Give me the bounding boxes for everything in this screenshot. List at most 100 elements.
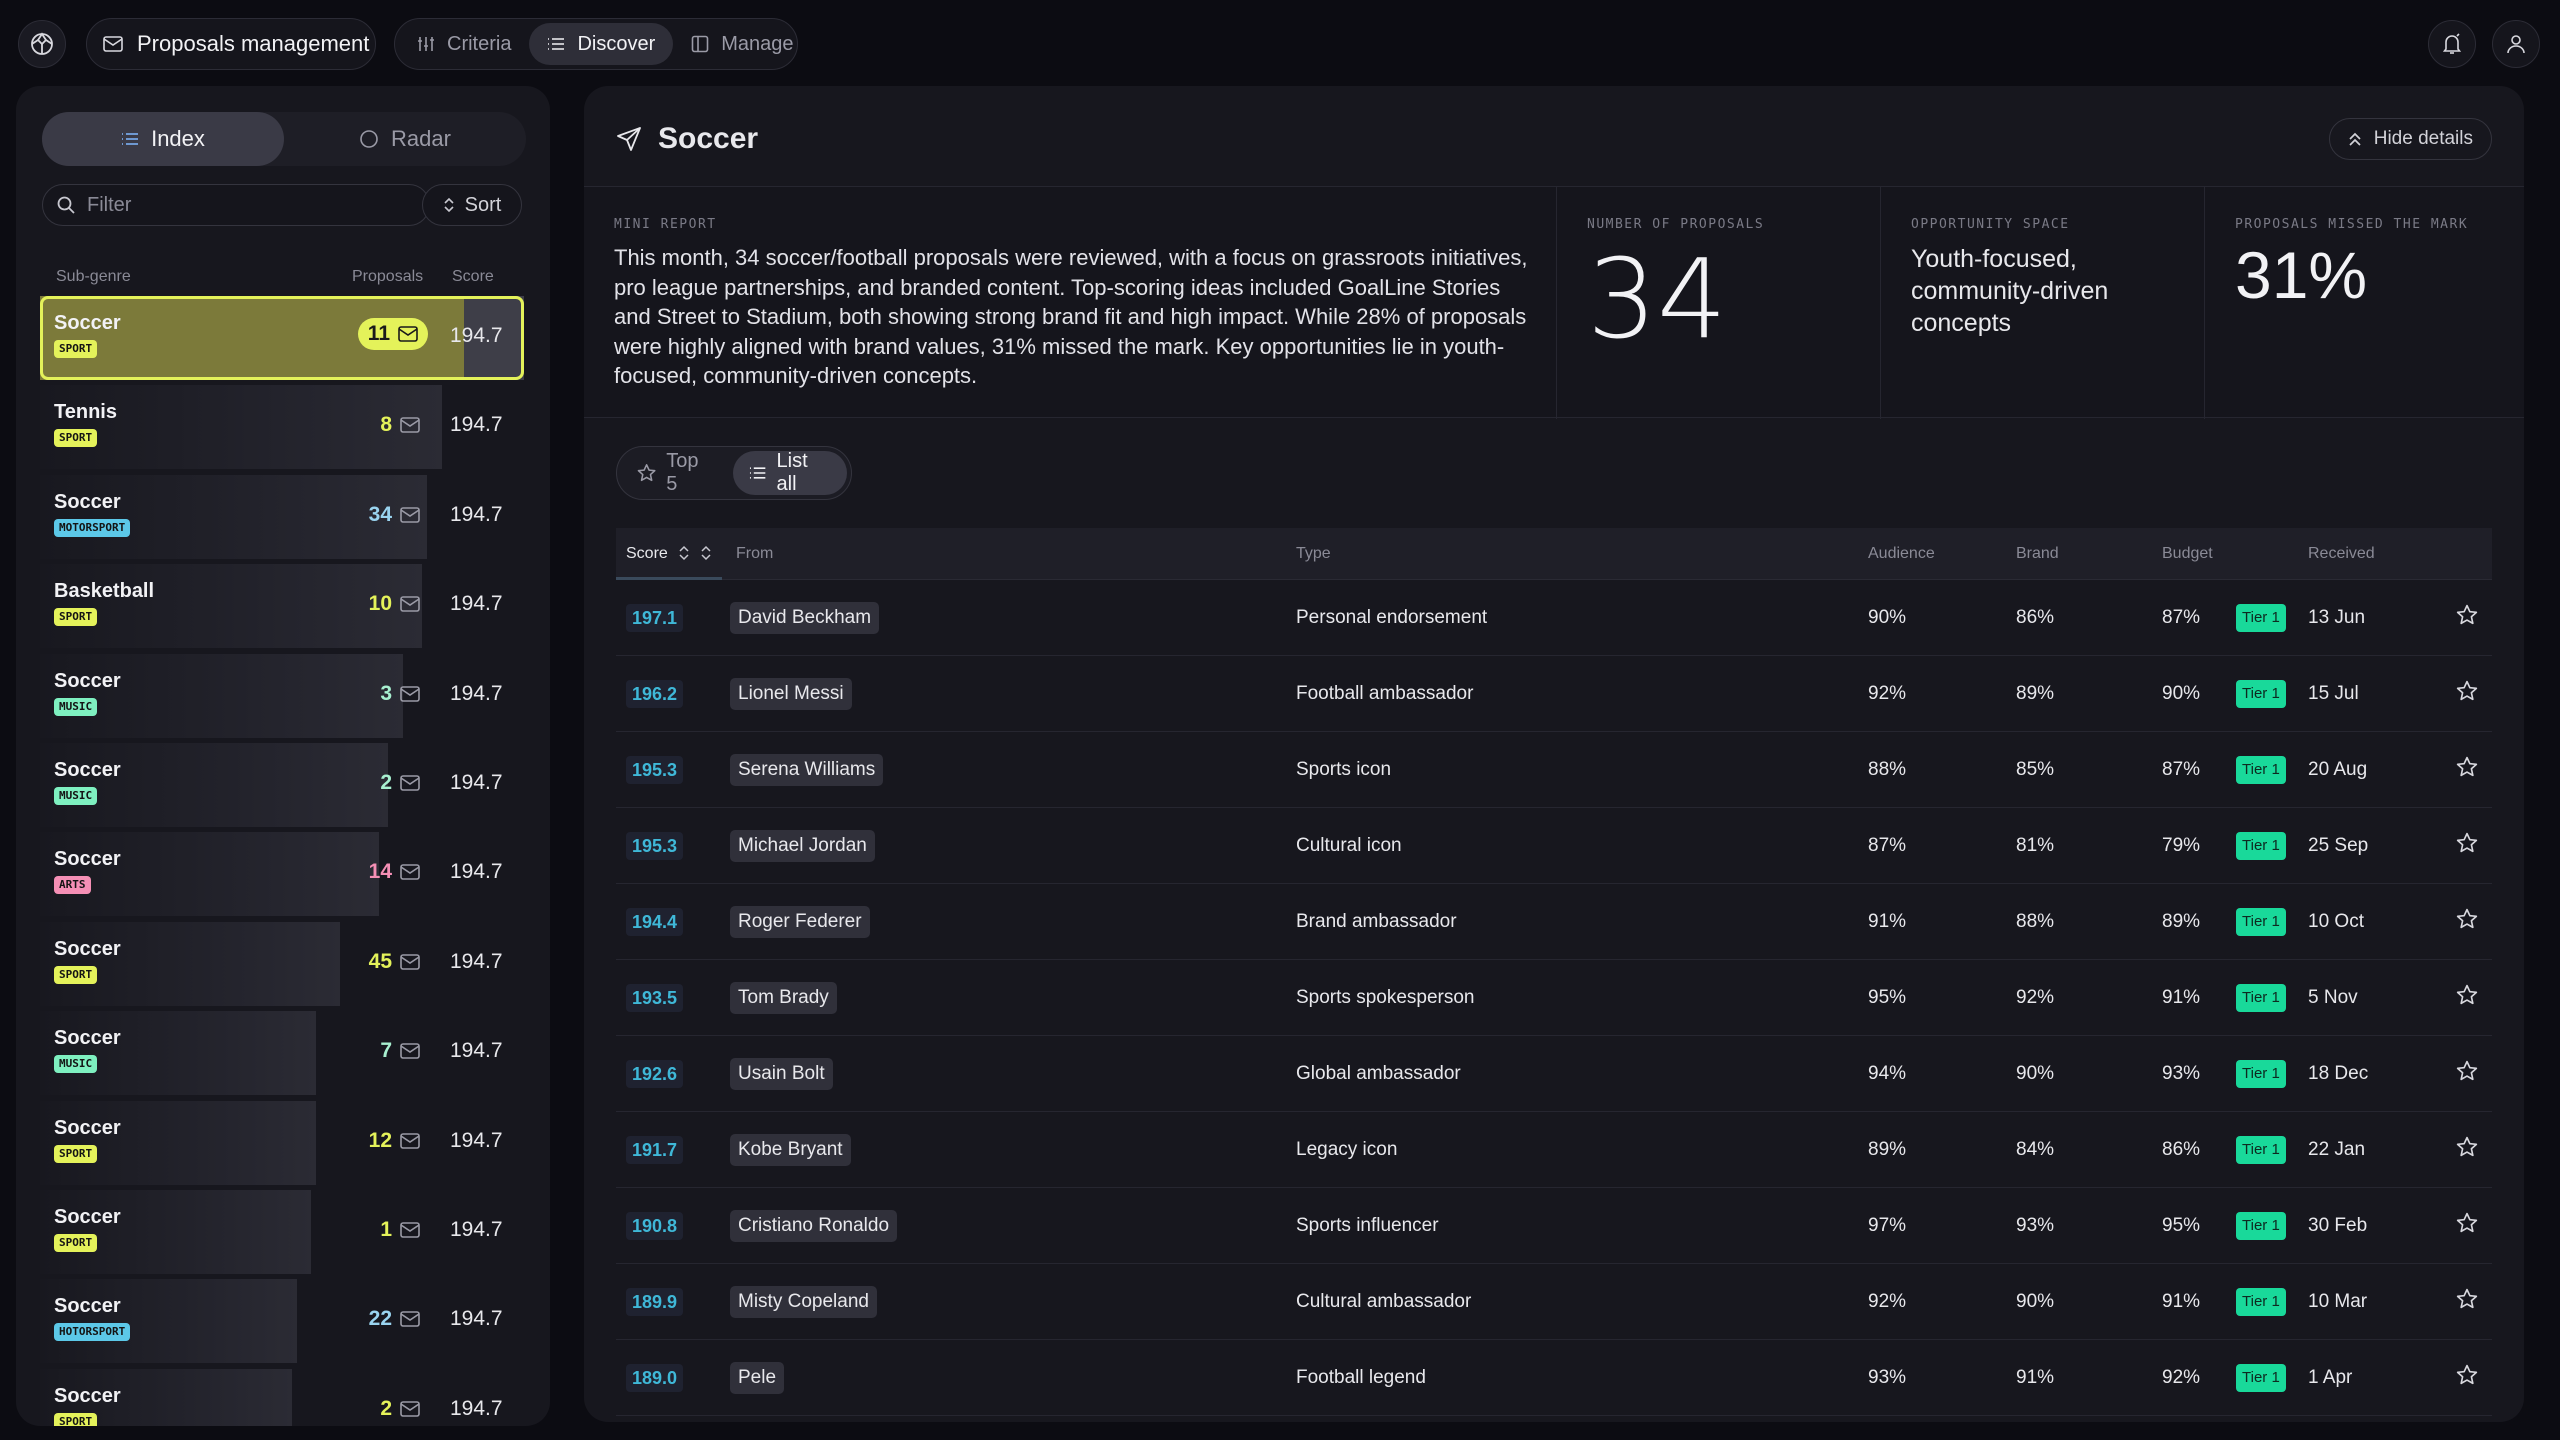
- from-chip[interactable]: Cristiano Ronaldo: [730, 1210, 898, 1242]
- favorite-star-button[interactable]: [2456, 680, 2478, 707]
- category-tag: SPORT: [54, 1233, 98, 1252]
- subgenre-row[interactable]: Tennis SPORT 8 194.7: [40, 383, 524, 472]
- brand-header[interactable]: Brand: [2016, 545, 2059, 563]
- table-row[interactable]: 195.3 Michael Jordan Cultural icon 87% 8…: [616, 808, 2492, 884]
- from-chip[interactable]: Michael Jordan: [730, 830, 875, 862]
- budget-value: 93%: [2162, 1063, 2201, 1084]
- table-row[interactable]: 195.3 Serena Williams Sports icon 88% 85…: [616, 732, 2492, 808]
- received-date: 10 Oct: [2308, 911, 2364, 932]
- subgenre-row[interactable]: Soccer SPORT 1 194.7: [40, 1188, 524, 1277]
- from-chip[interactable]: David Beckham: [730, 602, 880, 634]
- proposals-management-button[interactable]: Proposals management: [86, 18, 376, 70]
- list-all-button[interactable]: List all: [733, 450, 847, 495]
- category-tag: SPORT: [54, 608, 98, 627]
- audience-header[interactable]: Audience: [1868, 545, 1935, 563]
- radar-view-button[interactable]: Radar: [284, 112, 526, 166]
- subgenre-row[interactable]: Soccer SPORT 2 194.7: [40, 1367, 524, 1426]
- favorite-star-button[interactable]: [2456, 832, 2478, 859]
- favorite-star-button[interactable]: [2456, 984, 2478, 1011]
- subgenre-row[interactable]: Basketball SPORT 10 194.7: [40, 562, 524, 651]
- favorite-star-button[interactable]: [2456, 1364, 2478, 1391]
- table-row[interactable]: 196.2 Lionel Messi Football ambassador 9…: [616, 656, 2492, 732]
- tab-criteria[interactable]: Criteria: [399, 23, 529, 65]
- received-header[interactable]: Received: [2308, 545, 2375, 563]
- subgenre-row[interactable]: Soccer MUSIC 2 194.7: [40, 741, 524, 830]
- favorite-star-button[interactable]: [2456, 1212, 2478, 1239]
- from-chip[interactable]: Kobe Bryant: [730, 1134, 851, 1166]
- table-row[interactable]: 189.0 Pele Football legend 93% 91% 92% T…: [616, 1340, 2492, 1416]
- favorite-star-button[interactable]: [2456, 908, 2478, 935]
- from-chip[interactable]: Misty Copeland: [730, 1286, 877, 1318]
- proposal-count: 11: [357, 318, 428, 350]
- proposal-type: Cultural ambassador: [1296, 1291, 1472, 1312]
- subgenre-score: 194.7: [450, 1217, 503, 1241]
- proposal-volume-bar: [40, 1011, 316, 1096]
- received-date: 25 Sep: [2308, 835, 2369, 856]
- subgenre-row[interactable]: Soccer MUSIC 3 194.7: [40, 652, 524, 741]
- index-view-button[interactable]: Index: [42, 112, 284, 166]
- tab-discover[interactable]: Discover: [529, 23, 674, 65]
- from-chip[interactable]: Usain Bolt: [730, 1058, 833, 1090]
- proposal-type: Sports influencer: [1296, 1215, 1439, 1236]
- table-row[interactable]: 192.6 Usain Bolt Global ambassador 94% 9…: [616, 1036, 2492, 1112]
- subgenre-row[interactable]: Soccer MUSIC 7 194.7: [40, 1009, 524, 1098]
- proposal-count-value: 11: [367, 322, 390, 345]
- table-row[interactable]: 193.5 Tom Brady Sports spokesperson 95% …: [616, 960, 2492, 1036]
- proposal-volume-bar: [40, 564, 422, 649]
- proposal-count-value: 1: [380, 1217, 392, 1241]
- app-logo-button[interactable]: [18, 20, 66, 68]
- subgenre-row[interactable]: Soccer ARTS 14 194.7: [40, 830, 524, 919]
- top-5-button[interactable]: Top 5: [621, 450, 729, 495]
- from-chip[interactable]: Serena Williams: [730, 754, 884, 786]
- audience-value: 91%: [1868, 911, 1907, 932]
- budget-value: 89%: [2162, 911, 2201, 932]
- sort-icon: [679, 545, 689, 561]
- subgenre-score: 194.7: [450, 949, 503, 973]
- table-row[interactable]: 189.9 Misty Copeland Cultural ambassador…: [616, 1264, 2492, 1340]
- proposal-count: 1: [380, 1218, 420, 1242]
- subgenre-row[interactable]: Soccer SPORT 12 194.7: [40, 1099, 524, 1188]
- table-row[interactable]: 191.7 Kobe Bryant Legacy icon 89% 84% 86…: [616, 1112, 2492, 1188]
- star-icon: [2456, 1136, 2478, 1157]
- subgenre-row[interactable]: Soccer MOTORSPORT 34 194.7: [40, 473, 524, 562]
- score-sort-header[interactable]: Score: [616, 528, 722, 580]
- sort-button[interactable]: Sort: [422, 184, 522, 226]
- star-icon: [2456, 1288, 2478, 1309]
- table-row[interactable]: 197.1 David Beckham Personal endorsement…: [616, 580, 2492, 656]
- subgenre-row[interactable]: Soccer SPORT 11 194.7: [40, 294, 524, 383]
- subgenre-row[interactable]: Soccer HOTORSPORT 22 194.7: [40, 1277, 524, 1366]
- proposal-count: 14: [369, 860, 420, 884]
- subgenre-score: 194.7: [450, 413, 503, 437]
- tab-manage[interactable]: Manage: [673, 23, 811, 65]
- table-row[interactable]: 190.8 Cristiano Ronaldo Sports influence…: [616, 1188, 2492, 1264]
- favorite-star-button[interactable]: [2456, 1136, 2478, 1163]
- proposal-count: 34: [369, 503, 420, 527]
- table-row[interactable]: 194.4 Roger Federer Brand ambassador 91%…: [616, 884, 2492, 960]
- brand-value: 91%: [2016, 1367, 2055, 1388]
- from-chip[interactable]: Tom Brady: [730, 982, 837, 1014]
- from-chip[interactable]: Lionel Messi: [730, 678, 852, 710]
- budget-header[interactable]: Budget: [2162, 545, 2213, 563]
- favorite-star-button[interactable]: [2456, 604, 2478, 631]
- notifications-button[interactable]: [2428, 20, 2476, 68]
- brand-value: 93%: [2016, 1215, 2055, 1236]
- from-chip[interactable]: Roger Federer: [730, 906, 870, 938]
- top-bar: Proposals management Criteria Discover M…: [0, 0, 2560, 84]
- filter-input[interactable]: Filter: [42, 184, 430, 226]
- from-header[interactable]: From: [736, 545, 773, 563]
- hide-details-button[interactable]: Hide details: [2328, 118, 2492, 160]
- proposal-count: 45: [369, 950, 420, 974]
- proposal-type: Sports icon: [1296, 759, 1392, 780]
- favorite-star-button[interactable]: [2456, 756, 2478, 783]
- type-header[interactable]: Type: [1296, 545, 1331, 563]
- subgenre-row[interactable]: Soccer SPORT 45 194.7: [40, 920, 524, 1009]
- audience-value: 92%: [1868, 683, 1907, 704]
- profile-button[interactable]: [2492, 20, 2540, 68]
- favorite-star-button[interactable]: [2456, 1288, 2478, 1315]
- proposal-type: Cultural icon: [1296, 835, 1402, 856]
- favorite-star-button[interactable]: [2456, 1060, 2478, 1087]
- audience-value: 93%: [1868, 1367, 1907, 1388]
- proposal-count: 10: [369, 592, 420, 616]
- from-chip[interactable]: Pele: [730, 1362, 785, 1394]
- star-icon: [637, 464, 656, 482]
